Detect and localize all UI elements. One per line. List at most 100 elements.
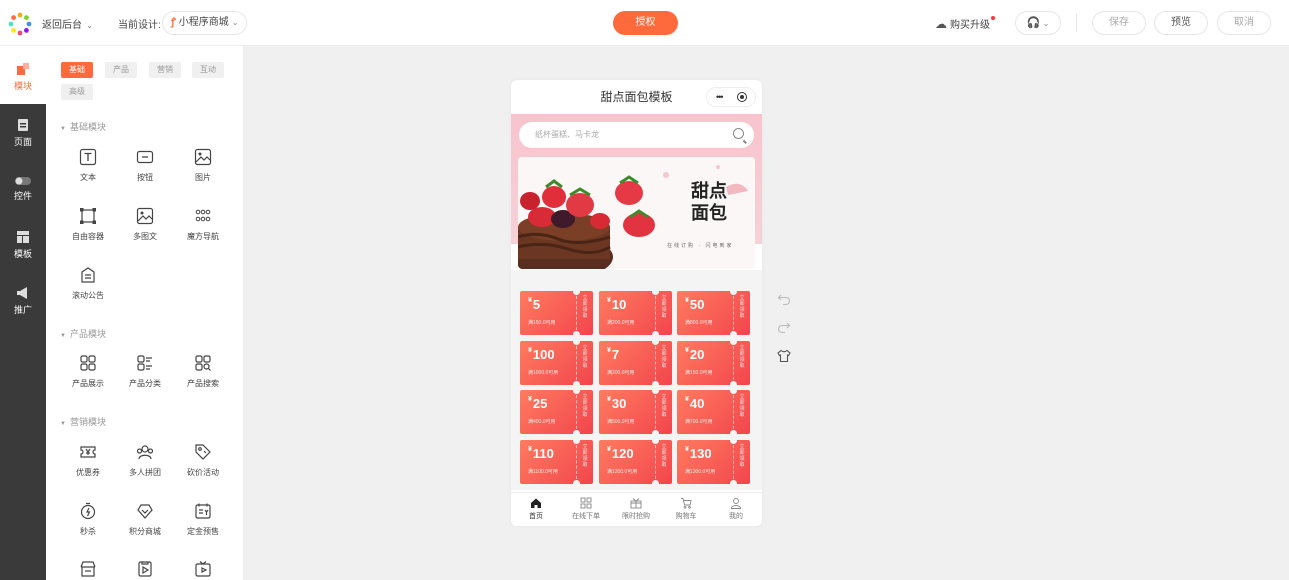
module-flash-sale[interactable]: 秒杀 bbox=[60, 502, 116, 537]
tab-flash-sale[interactable]: 限时抢购 bbox=[611, 497, 661, 521]
tab-basic[interactable]: 基础 bbox=[61, 62, 93, 78]
coupon-card[interactable]: ¥5 满150.0可用 立即领取 bbox=[520, 291, 593, 335]
module-button[interactable]: 按钮 bbox=[117, 148, 173, 183]
toggle-icon bbox=[15, 177, 31, 185]
coupon-card[interactable]: ¥130 满1300.0可用 立即领取 bbox=[677, 440, 750, 484]
module-icon bbox=[17, 63, 29, 75]
coupon-get-label: 立即领取 bbox=[739, 444, 745, 468]
section-basic-header[interactable]: ▼ 基础模块 bbox=[60, 120, 106, 133]
module-coupon[interactable]: 优惠券 bbox=[60, 443, 116, 478]
tab-order-online[interactable]: 在线下单 bbox=[561, 497, 611, 521]
design-canvas bbox=[244, 46, 1289, 580]
tab-home[interactable]: 首页 bbox=[511, 497, 561, 521]
coupon-condition: 满200.0可用 bbox=[607, 370, 635, 376]
theme-shirt-icon[interactable] bbox=[777, 349, 791, 363]
coupon-card[interactable]: ¥7 满200.0可用 立即领取 bbox=[599, 341, 672, 385]
coupon-amount: ¥10 bbox=[607, 297, 627, 312]
tab-product[interactable]: 产品 bbox=[105, 62, 137, 78]
miniprogram-capsule[interactable]: ••• bbox=[706, 87, 756, 107]
rail-item-template[interactable]: 模板 bbox=[0, 230, 46, 260]
coupon-amount: ¥110 bbox=[528, 446, 554, 461]
coupon-card[interactable]: ¥100 满1000.0可用 立即领取 bbox=[520, 341, 593, 385]
module-free-container[interactable]: 自由容器 bbox=[60, 207, 116, 242]
support-button[interactable]: 🎧 ⌄ bbox=[1015, 11, 1061, 35]
category-list-icon bbox=[137, 355, 152, 371]
coupon-card[interactable]: ¥50 满800.0可用 立即领取 bbox=[677, 291, 750, 335]
module-presale[interactable]: 定金预售 bbox=[175, 502, 231, 537]
redo-icon[interactable] bbox=[777, 320, 791, 334]
phone-preview[interactable]: 甜点面包模板 ••• 纸杯蛋糕、马卡龙 甜点 面包 在线订购 · 闪电到家 首页… bbox=[511, 80, 762, 526]
module-cube-nav[interactable]: 魔方导航 bbox=[175, 207, 231, 242]
module-panel: 基础 产品 营销 互动 高级 ▼ 基础模块 文本 按钮 图片 自由容器 多图文 魔… bbox=[46, 46, 244, 580]
module-product-search[interactable]: 产品搜索 bbox=[175, 354, 231, 389]
module-partial-1[interactable] bbox=[60, 560, 116, 578]
tab-marketing[interactable]: 营销 bbox=[149, 62, 181, 78]
coupon-amount: ¥7 bbox=[607, 347, 620, 362]
search-input[interactable]: 纸杯蛋糕、马卡龙 bbox=[519, 122, 754, 148]
tv-play-icon bbox=[195, 561, 211, 577]
section-marketing-header[interactable]: ▼ 营销模块 bbox=[60, 415, 106, 428]
tab-mine[interactable]: 我的 bbox=[711, 497, 761, 521]
store-icon bbox=[80, 561, 96, 577]
coupon-notch bbox=[573, 381, 580, 385]
coupon-divider bbox=[733, 341, 734, 385]
banner-image[interactable]: 甜点 面包 在线订购 · 闪电到家 bbox=[518, 157, 755, 269]
coupon-divider bbox=[576, 440, 577, 484]
upgrade-button[interactable]: ☁ 购买升级 bbox=[935, 16, 995, 31]
coupon-notch bbox=[730, 331, 737, 335]
authorize-button[interactable]: 授权 bbox=[613, 11, 678, 35]
more-dots-icon: ••• bbox=[716, 92, 724, 102]
video-doc-icon bbox=[138, 561, 152, 577]
coupon-notch bbox=[573, 341, 580, 345]
coupon-card[interactable]: ¥110 满1100.0可用 立即领取 bbox=[520, 440, 593, 484]
coupon-card[interactable]: ¥30 满500.0可用 立即领取 bbox=[599, 390, 672, 434]
coupon-condition: 满800.0可用 bbox=[685, 320, 713, 326]
preview-button[interactable]: 预览 bbox=[1154, 11, 1208, 35]
coupon-card[interactable]: ¥40 满700.0可用 立即领取 bbox=[677, 390, 750, 434]
text-icon bbox=[79, 148, 97, 166]
coupon-condition: 满700.0可用 bbox=[685, 419, 713, 425]
price-tag-icon bbox=[195, 444, 211, 460]
module-multi-image-text[interactable]: 多图文 bbox=[117, 207, 173, 242]
module-partial-3[interactable] bbox=[175, 560, 231, 578]
coupon-card[interactable]: ¥20 满150.0可用 立即领取 bbox=[677, 341, 750, 385]
coupon-get-label: 立即领取 bbox=[739, 345, 745, 369]
module-partial-2[interactable] bbox=[117, 560, 173, 578]
undo-icon[interactable] bbox=[777, 292, 791, 306]
module-product-category[interactable]: 产品分类 bbox=[117, 354, 173, 389]
back-to-admin-button[interactable]: 返回后台 ⌄ bbox=[42, 16, 93, 31]
rail-item-controls[interactable]: 控件 bbox=[0, 176, 46, 202]
coupon-card[interactable]: ¥120 满1200.0可用 立即领取 bbox=[599, 440, 672, 484]
coupon-card[interactable]: ¥25 满400.0可用 立即领取 bbox=[520, 390, 593, 434]
rail-item-page[interactable]: 页面 bbox=[0, 118, 46, 148]
section-product-header[interactable]: ▼ 产品模块 bbox=[60, 327, 106, 340]
coupon-amount: ¥25 bbox=[528, 396, 548, 411]
coupon-divider bbox=[655, 341, 656, 385]
module-product-display[interactable]: 产品展示 bbox=[60, 354, 116, 389]
tab-interaction[interactable]: 互动 bbox=[192, 62, 224, 78]
coupon-get-label: 立即领取 bbox=[582, 444, 588, 468]
module-bargain[interactable]: 砍价活动 bbox=[175, 443, 231, 478]
current-design-select[interactable]: ꝭ 小程序商城 ⌄ bbox=[162, 11, 248, 35]
save-button[interactable]: 保存 bbox=[1092, 11, 1146, 35]
module-text[interactable]: 文本 bbox=[60, 148, 116, 183]
home-icon bbox=[531, 498, 541, 508]
coupon-amount: ¥50 bbox=[685, 297, 705, 312]
module-group-buy[interactable]: 多人拼团 bbox=[117, 443, 173, 478]
coupon-notch bbox=[652, 331, 659, 335]
module-points-mall[interactable]: 积分商城 bbox=[117, 502, 173, 537]
headset-icon: 🎧 bbox=[1026, 17, 1041, 29]
cancel-button[interactable]: 取消 bbox=[1217, 11, 1271, 35]
rail-item-module[interactable]: 模块 bbox=[0, 62, 46, 92]
tab-advanced[interactable]: 高级 bbox=[61, 84, 93, 100]
megaphone-icon bbox=[17, 287, 27, 299]
rail-item-promotion[interactable]: 推广 bbox=[0, 286, 46, 316]
current-design-label: 当前设计: bbox=[118, 20, 161, 31]
product-search-icon bbox=[195, 355, 211, 371]
module-notice[interactable]: 滚动公告 bbox=[60, 266, 116, 301]
close-target-icon bbox=[737, 92, 747, 102]
tab-cart[interactable]: 购物车 bbox=[661, 497, 711, 521]
module-image[interactable]: 图片 bbox=[175, 148, 231, 183]
coupon-divider bbox=[655, 291, 656, 335]
coupon-card[interactable]: ¥10 满200.0可用 立即领取 bbox=[599, 291, 672, 335]
